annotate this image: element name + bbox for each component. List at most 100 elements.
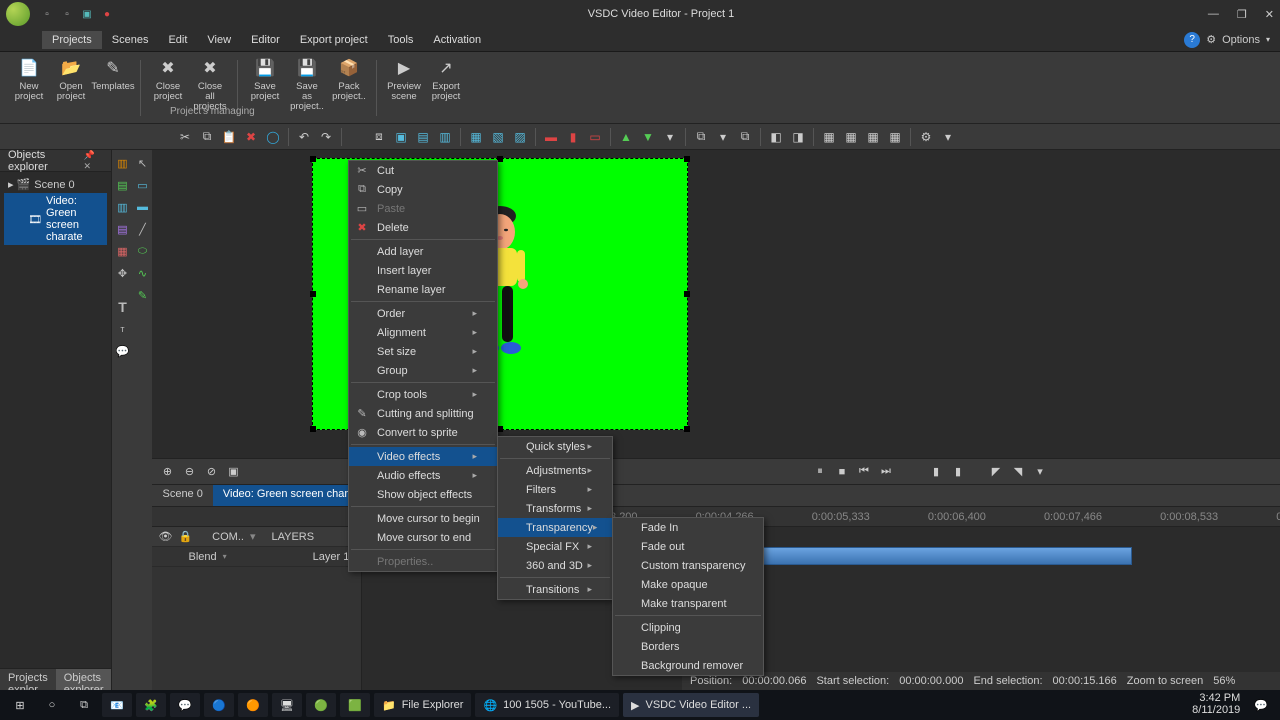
menuitem-group[interactable]: Group▸ [349, 361, 497, 380]
taskbar-app-icon[interactable]: 🖥 [272, 693, 302, 717]
taskbar-app-icon[interactable]: 📧 [102, 693, 132, 717]
ribbon-close-project[interactable]: ✖Closeproject [147, 56, 189, 102]
tl-m5-icon[interactable]: ▾ [1031, 463, 1049, 481]
menuitem-tools[interactable]: Tools [378, 31, 424, 49]
tl-next-icon[interactable]: ⏭ [877, 463, 895, 481]
tc-icon[interactable]: ▥ [112, 198, 132, 216]
ts-undo-icon[interactable]: ↶ [294, 127, 314, 147]
menuitem-borders[interactable]: Borders [613, 637, 763, 656]
tab-projects-explorer[interactable]: Projects explor.. [0, 669, 56, 690]
tc-move-icon[interactable]: ✥ [112, 264, 132, 282]
menuitem-move-cursor-to-begin[interactable]: Move cursor to begin [349, 509, 497, 528]
ts-cut-icon[interactable]: ✂ [175, 127, 195, 147]
taskbar-app-icon[interactable]: 🧩 [136, 693, 166, 717]
menuitem-make-opaque[interactable]: Make opaque [613, 575, 763, 594]
panel-pin-icon[interactable]: 📌 ✕ [83, 150, 103, 172]
tl-m1-icon[interactable]: ▮ [927, 463, 945, 481]
menuitem-cut[interactable]: ✂Cut [349, 161, 497, 180]
tc-ellipse-icon[interactable]: ⬭ [132, 242, 152, 260]
ts-v3-icon[interactable]: ▨ [510, 127, 530, 147]
canvas[interactable]: ◂ [152, 150, 1280, 458]
ts-grp1-icon[interactable]: ⧉ [691, 127, 711, 147]
ts-al3-icon[interactable]: ▥ [435, 127, 455, 147]
tc-icon[interactable]: ▤ [112, 220, 132, 238]
menuitem-transitions[interactable]: Transitions▸ [498, 580, 612, 599]
tl-tab-scene[interactable]: Scene 0 [152, 485, 212, 506]
menuitem-transforms[interactable]: Transforms▸ [498, 499, 612, 518]
ts-up-icon[interactable]: ▲ [616, 127, 636, 147]
ribbon-preview-scene[interactable]: ▶Previewscene [383, 56, 425, 102]
tl-lock-icon[interactable]: 🔒 [178, 530, 192, 543]
tl-lock-icon[interactable]: ⊘ [202, 463, 220, 481]
ribbon-save-as-project-[interactable]: 💾Saveas project.. [286, 56, 328, 112]
menuitem-cutting-and-splitting[interactable]: ✎Cutting and splitting [349, 404, 497, 423]
menuitem-show-object-effects[interactable]: Show object effects [349, 485, 497, 504]
ts-g3-icon[interactable]: ▦ [863, 127, 883, 147]
qa-save-icon[interactable]: ▣ [80, 7, 94, 21]
tc-rect-icon[interactable]: ▭ [132, 176, 152, 194]
tl-stop2-icon[interactable]: ■ [833, 463, 851, 481]
start-button[interactable]: ⊞ [6, 693, 34, 717]
taskbar-app-icon[interactable]: 🟢 [306, 693, 336, 717]
menuitem-fade-out[interactable]: Fade out [613, 537, 763, 556]
ts-gear-icon[interactable]: ⚙ [916, 127, 936, 147]
menuitem-alignment[interactable]: Alignment▸ [349, 323, 497, 342]
menuitem-background-remover[interactable]: Background remover [613, 656, 763, 675]
taskbar-app-icon[interactable]: 🟠 [238, 693, 268, 717]
tl-prev-icon[interactable]: ⏮ [855, 463, 873, 481]
tl-m3-icon[interactable]: ◤ [987, 463, 1005, 481]
menuitem-scenes[interactable]: Scenes [102, 31, 159, 49]
cortana-icon[interactable]: ○ [38, 693, 66, 717]
ribbon-open-project[interactable]: 📂Openproject [50, 56, 92, 102]
ts-color-icon[interactable]: ◯ [263, 127, 283, 147]
menuitem-delete[interactable]: ✖Delete [349, 218, 497, 237]
help-icon[interactable]: ? [1184, 32, 1200, 48]
taskbar-app-icon[interactable]: 🔵 [204, 693, 234, 717]
menuitem-view[interactable]: View [197, 31, 241, 49]
tl-m2-icon[interactable]: ▮ [949, 463, 967, 481]
taskbar-item[interactable]: ▶VSDC Video Editor ... [623, 693, 759, 717]
ts-s1-icon[interactable]: ◧ [766, 127, 786, 147]
menuitem-add-layer[interactable]: Add layer [349, 242, 497, 261]
tc-subtext-icon[interactable]: ᴛ [112, 320, 132, 338]
tl-pause-icon[interactable]: ⏸ [811, 463, 829, 481]
menuitem-order[interactable]: Order▸ [349, 304, 497, 323]
qa-new-icon[interactable]: ▫ [40, 7, 54, 21]
tc-line-icon[interactable]: ╱ [132, 220, 152, 238]
options-label[interactable]: Options [1222, 34, 1260, 46]
qa-rec-icon[interactable]: ● [100, 7, 114, 21]
menuitem-make-transparent[interactable]: Make transparent [613, 594, 763, 613]
menuitem-special-fx[interactable]: Special FX▸ [498, 537, 612, 556]
menuitem-audio-effects[interactable]: Audio effects▸ [349, 466, 497, 485]
tc-text-icon[interactable]: T [112, 298, 132, 316]
tc-icon[interactable]: ▥ [112, 154, 132, 172]
menuitem-360-and-3d[interactable]: 360 and 3D▸ [498, 556, 612, 575]
options-chevron-icon[interactable]: ▾ [1266, 35, 1270, 44]
ribbon-pack-project-[interactable]: 📦Packproject.. [328, 56, 370, 102]
ts-al1-icon[interactable]: ▣ [391, 127, 411, 147]
menuitem-video-effects[interactable]: Video effects▸ [349, 447, 497, 466]
menuitem-projects[interactable]: Projects [42, 31, 102, 49]
tab-objects-explorer[interactable]: Objects explorer [56, 669, 112, 690]
menuitem-edit[interactable]: Edit [158, 31, 197, 49]
menuitem-insert-layer[interactable]: Insert layer [349, 261, 497, 280]
tl-m4-icon[interactable]: ◥ [1009, 463, 1027, 481]
taskbar-item[interactable]: 🌐100 1505 - YouTube... [475, 693, 619, 717]
close-button[interactable]: ✕ [1265, 8, 1274, 21]
tc-chat-icon[interactable]: 💬 [112, 342, 132, 360]
qa-open-icon[interactable]: ▫ [60, 7, 74, 21]
tree-scene[interactable]: ▸ 🎬 Scene 0 [4, 176, 107, 193]
menuitem-set-size[interactable]: Set size▸ [349, 342, 497, 361]
taskbar-app-icon[interactable]: 💬 [170, 693, 200, 717]
ts-flip2-icon[interactable]: ▮ [563, 127, 583, 147]
menuitem-transparency[interactable]: Transparency▸ [498, 518, 612, 537]
ts-down-icon[interactable]: ▼ [638, 127, 658, 147]
tc-pen-icon[interactable]: ✎ [132, 286, 152, 304]
ribbon-close-all-projects[interactable]: ✖Closeall projects [189, 56, 231, 112]
menuitem-move-cursor-to-end[interactable]: Move cursor to end [349, 528, 497, 547]
taskbar-item[interactable]: 📁File Explorer [374, 693, 471, 717]
ts-g4-icon[interactable]: ▦ [885, 127, 905, 147]
maximize-button[interactable]: ❐ [1237, 8, 1247, 21]
ts-redo-icon[interactable]: ↷ [316, 127, 336, 147]
ts-v2-icon[interactable]: ▧ [488, 127, 508, 147]
